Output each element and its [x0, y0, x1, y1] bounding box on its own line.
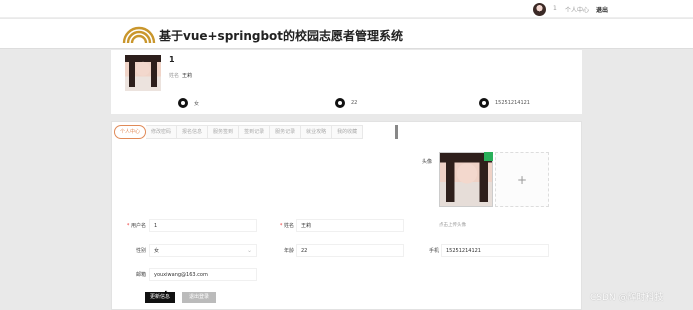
logout-link[interactable]: 退出	[596, 5, 608, 14]
tab-personal-center[interactable]: 个人中心	[114, 125, 147, 139]
tab-service-checkin[interactable]: 服务签到	[208, 125, 240, 139]
upload-status-marker	[484, 152, 493, 161]
profile-avatar	[125, 55, 161, 91]
tab-bar: 个人中心 修改密码 报名信息 服务签到 签到记录 服务记录 就业攻略 我的收藏	[114, 125, 399, 139]
phone-icon	[479, 98, 489, 108]
top-bar: 1 个人中心 退出	[0, 0, 693, 18]
logo-icon	[122, 26, 156, 44]
age-icon	[335, 98, 345, 108]
gender-icon	[178, 98, 188, 108]
age-label: 年龄	[283, 248, 294, 254]
profile-gender: 女	[194, 101, 200, 107]
top-username: 1	[553, 5, 557, 12]
upload-avatar-button[interactable]: +	[495, 152, 549, 207]
upload-hint: 点击上传头像	[439, 223, 466, 228]
chevron-down-icon: ⌄	[246, 247, 252, 254]
profile-card: 1 姓名 王莉 女 22 15251214121	[111, 50, 582, 114]
user-avatar[interactable]	[533, 3, 546, 16]
tab-service-records[interactable]: 服务记录	[270, 125, 302, 139]
phone-label: 手机	[428, 248, 439, 254]
username-label: * 用户名	[126, 223, 146, 229]
personal-center-link[interactable]: 个人中心	[565, 5, 589, 14]
tab-employment-guide[interactable]: 就业攻略	[301, 125, 333, 139]
tab-scrollbar[interactable]	[395, 125, 398, 139]
watermark: CSDN @辉时科技	[590, 293, 664, 303]
email-input[interactable]: youxiwang@163.com	[149, 268, 257, 281]
profile-phone: 15251214121	[495, 100, 530, 106]
username-input[interactable]: 1	[149, 219, 257, 232]
profile-age: 22	[351, 100, 358, 106]
name-label: * 姓名	[279, 223, 294, 229]
gender-select[interactable]: 女 ⌄	[149, 244, 257, 257]
mouse-cursor-icon: ↖	[164, 289, 170, 297]
site-header: 基于vue+springbot的校园志愿者管理系统	[0, 19, 693, 49]
tab-change-password[interactable]: 修改密码	[146, 125, 178, 139]
email-label: 邮箱	[135, 272, 146, 278]
avatar-label: 头像	[422, 159, 433, 165]
profile-id: 1	[169, 55, 175, 64]
profile-name: 王莉	[182, 73, 193, 79]
profile-name-label: 姓名	[169, 73, 180, 79]
main-card: 个人中心 修改密码 报名信息 服务签到 签到记录 服务记录 就业攻略 我的收藏 …	[111, 121, 582, 310]
name-input[interactable]: 王莉	[296, 219, 404, 232]
update-info-button[interactable]: 更新信息	[145, 292, 175, 303]
tab-registration-info[interactable]: 报名信息	[177, 125, 209, 139]
tab-my-favorites[interactable]: 我的收藏	[332, 125, 364, 139]
gender-label: 性别	[135, 248, 146, 254]
phone-input[interactable]: 15251214121	[441, 244, 549, 257]
age-input[interactable]: 22	[296, 244, 404, 257]
logout-button[interactable]: 退出登录	[182, 292, 216, 303]
site-title: 基于vue+springbot的校园志愿者管理系统	[159, 29, 404, 43]
tab-checkin-records[interactable]: 签到记录	[239, 125, 271, 139]
